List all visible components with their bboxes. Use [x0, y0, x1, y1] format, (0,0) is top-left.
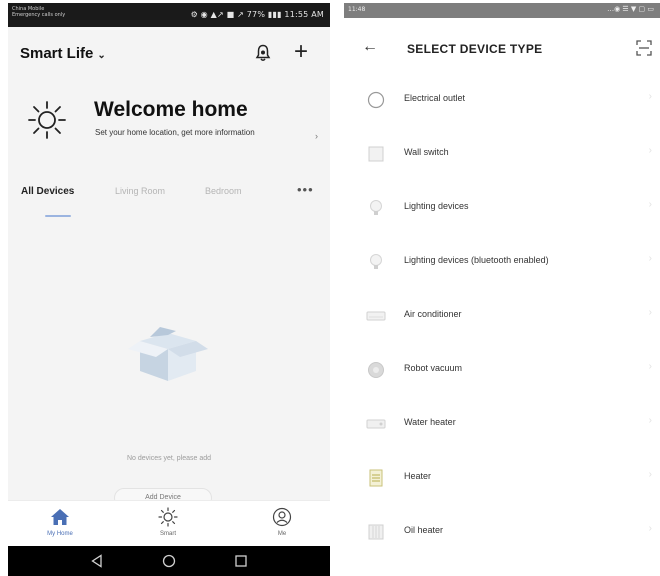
wall-switch-icon	[368, 146, 384, 162]
list-item[interactable]: Lighting devices (bluetooth enabled) ›	[344, 235, 660, 289]
home-name: Smart Life	[20, 45, 94, 62]
welcome-title: Welcome home	[94, 98, 248, 121]
android-recents-icon[interactable]	[234, 554, 248, 568]
empty-state-text: No devices yet, please add	[126, 455, 212, 462]
welcome-card[interactable]: Welcome home Set your home location, get…	[8, 89, 330, 159]
nav-me[interactable]: Me	[252, 507, 312, 537]
device-type-label: Air conditioner	[404, 309, 462, 319]
list-item[interactable]: Electrical outlet ›	[344, 73, 660, 127]
bell-icon[interactable]	[255, 44, 271, 62]
page-title: SELECT DEVICE TYPE	[407, 42, 543, 56]
chevron-right-icon: ›	[648, 253, 652, 264]
chevron-right-icon: ›	[648, 307, 652, 318]
tab-bedroom[interactable]: Bedroom	[205, 186, 242, 196]
bulb-icon	[370, 200, 382, 215]
air-conditioner-icon	[366, 311, 386, 321]
nav-my-home[interactable]: My Home	[30, 507, 90, 537]
android-home-icon[interactable]	[162, 554, 176, 568]
chevron-right-icon: ›	[648, 361, 652, 372]
chevron-right-icon: ›	[648, 523, 652, 534]
chevron-down-icon: ⌄	[97, 50, 106, 61]
carrier-info: China Mobile Emergency calls only	[12, 6, 65, 18]
home-icon	[51, 509, 69, 525]
tab-living-room[interactable]: Living Room	[115, 186, 165, 196]
list-item[interactable]: Lighting devices ›	[344, 181, 660, 235]
chevron-right-icon: ›	[648, 415, 652, 426]
nav-label: My Home	[47, 531, 73, 537]
empty-box-illustration	[128, 327, 208, 381]
device-type-label: Water heater	[404, 417, 456, 427]
list-item[interactable]: Wall switch ›	[344, 127, 660, 181]
list-item[interactable]: Air conditioner ›	[344, 289, 660, 343]
back-arrow-icon[interactable]: ←	[362, 39, 378, 55]
carrier-status: Emergency calls only	[12, 12, 66, 18]
device-type-label: Robot vacuum	[404, 363, 463, 373]
android-back-icon[interactable]	[90, 554, 104, 568]
chevron-right-icon: ›	[315, 131, 318, 141]
list-item[interactable]: Heater ›	[344, 451, 660, 505]
device-type-label: Lighting devices (bluetooth enabled)	[404, 255, 549, 265]
status-indicators: ⚙ ◉ ▲↗ ■ ↗ 77% ▮▮▮ 11:55 AM	[190, 10, 324, 19]
sun-icon	[158, 507, 178, 527]
screenshot-canvas: China Mobile Emergency calls only ⚙ ◉ ▲↗…	[0, 0, 660, 576]
status-time: 11:48	[348, 6, 366, 13]
oil-heater-icon	[368, 524, 384, 540]
outlet-icon	[367, 91, 385, 109]
bottom-nav: My Home Smart Me	[8, 500, 330, 546]
device-type-label: Electrical outlet	[404, 93, 466, 103]
water-heater-icon	[366, 419, 386, 429]
list-item[interactable]: Oil heater ›	[344, 505, 660, 559]
smart-life-home-screen: China Mobile Emergency calls only ⚙ ◉ ▲↗…	[8, 3, 330, 576]
list-item[interactable]: Robot vacuum ›	[344, 343, 660, 397]
chevron-right-icon: ›	[648, 91, 652, 102]
status-bar: 11:48 …◉ ☰ ▼ ▢ ▭	[344, 3, 660, 18]
more-icon[interactable]: •••	[297, 182, 314, 197]
add-icon[interactable]: +	[294, 40, 308, 64]
device-type-label: Heater	[404, 471, 432, 481]
bulb-bluetooth-icon	[370, 254, 382, 269]
status-indicators: …◉ ☰ ▼ ▢ ▭	[607, 5, 654, 13]
device-type-label: Oil heater	[404, 525, 444, 535]
welcome-subtitle: Set your home location, get more informa…	[95, 128, 255, 137]
scan-icon[interactable]	[636, 40, 652, 56]
sun-icon	[28, 101, 66, 139]
chevron-right-icon: ›	[648, 469, 652, 480]
user-icon	[272, 507, 292, 527]
tab-all-devices[interactable]: All Devices	[21, 186, 74, 197]
nav-smart[interactable]: Smart	[138, 507, 198, 537]
chevron-right-icon: ›	[648, 145, 652, 156]
robot-vacuum-icon	[368, 362, 384, 378]
device-type-label: Wall switch	[404, 147, 449, 157]
active-tab-indicator	[45, 215, 71, 217]
app-header: Smart Life ⌄ +	[8, 27, 330, 79]
android-nav-bar	[8, 546, 330, 576]
heater-icon	[369, 469, 383, 487]
home-selector[interactable]: Smart Life ⌄	[20, 45, 106, 62]
nav-label: Me	[277, 531, 287, 537]
nav-label: Smart	[159, 531, 176, 537]
select-device-type-screen: 11:48 …◉ ☰ ▼ ▢ ▭ ← SELECT DEVICE TYPE El…	[344, 3, 660, 576]
list-item[interactable]: Water heater ›	[344, 397, 660, 451]
chevron-right-icon: ›	[648, 199, 652, 210]
room-tabs: All Devices Living Room Bedroom •••	[8, 182, 330, 223]
device-type-label: Lighting devices	[404, 201, 469, 211]
status-bar: China Mobile Emergency calls only ⚙ ◉ ▲↗…	[8, 3, 330, 27]
page-header: ← SELECT DEVICE TYPE	[344, 18, 660, 80]
